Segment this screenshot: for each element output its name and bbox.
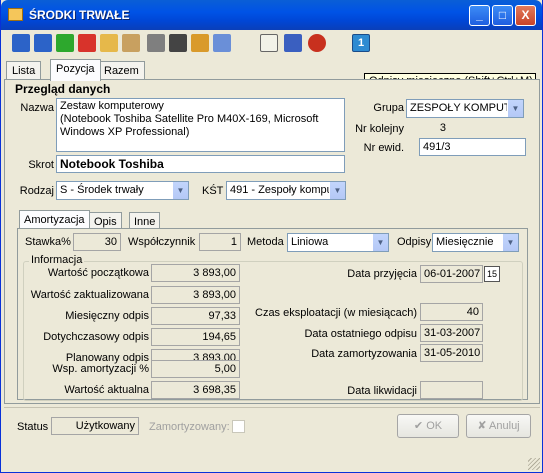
nr-kolejny-label: Nr kolejny [355, 123, 404, 135]
stawka-field: 30 [73, 233, 121, 251]
grupa-value: ZESPOŁY KOMPUT [410, 102, 511, 114]
czas-label: Czas eksploatacji (w miesiącach) [255, 307, 417, 319]
wsp-label: Współczynnik [128, 236, 196, 248]
info-label: Wsp. amortyzacji % [52, 363, 149, 375]
cancel-button[interactable]: ✘ Anuluj [466, 414, 531, 438]
metoda-label: Metoda [247, 236, 284, 248]
czas-field: 40 [420, 303, 483, 321]
calendar-one-icon[interactable]: 1 [352, 34, 370, 52]
apple-icon[interactable] [308, 34, 326, 52]
likw-field [420, 381, 483, 399]
maximize-button[interactable]: □ [492, 5, 513, 26]
delete-icon[interactable] [78, 34, 96, 52]
info-label: Wartość zaktualizowana [30, 289, 149, 301]
ok-label: OK [426, 420, 443, 432]
info-label: Miesięczny odpis [65, 310, 149, 322]
chevron-down-icon[interactable]: ▼ [502, 234, 518, 251]
kst-select[interactable]: 491 - Zespoły kompu ▼ [226, 181, 346, 200]
report-icon[interactable] [260, 34, 278, 52]
nr-ewid-label: Nr ewid. [363, 142, 404, 154]
copy-icon[interactable] [100, 34, 118, 52]
odpisy-select[interactable]: Miesięcznie ▼ [432, 233, 519, 252]
ostatni-field: 31-03-2007 [420, 324, 483, 342]
grupa-label: Grupa [373, 102, 404, 114]
chevron-down-icon[interactable]: ▼ [172, 182, 188, 199]
settings-icon[interactable] [191, 34, 209, 52]
nr-ewid-field[interactable]: 491/3 [419, 138, 526, 156]
zamortyzowany-checkbox[interactable] [232, 420, 245, 433]
kst-value: 491 - Zespoły kompu [230, 184, 333, 196]
find-icon[interactable] [169, 34, 187, 52]
data-przyjecia-field: 06-01-2007 [420, 265, 483, 283]
chevron-down-icon[interactable]: ▼ [372, 234, 388, 251]
zamort-label: Data zamortyzowania [311, 348, 417, 360]
paste-icon[interactable] [122, 34, 140, 52]
info-value: 194,65 [151, 328, 240, 346]
add-icon[interactable] [56, 34, 74, 52]
status-field: Użytkowany [51, 417, 139, 435]
close-button[interactable]: X [515, 5, 536, 26]
wsp-field: 1 [199, 233, 241, 251]
print-icon[interactable] [147, 34, 165, 52]
calendar-icon[interactable]: 15 [484, 266, 500, 282]
grupa-select[interactable]: ZESPOŁY KOMPUT ▼ [406, 99, 524, 118]
info-value: 3 893,00 [151, 264, 240, 282]
title-bar[interactable]: ŚRODKI TRWAŁE _ □ X [1, 0, 542, 30]
data-przyjecia-label: Data przyjęcia [347, 268, 417, 280]
chevron-down-icon[interactable]: ▼ [329, 182, 345, 199]
export-icon[interactable] [284, 34, 302, 52]
divider [4, 407, 540, 408]
toolbar: 1 [4, 31, 539, 58]
metoda-select[interactable]: Liniowa ▼ [287, 233, 389, 252]
prev-icon[interactable] [34, 34, 52, 52]
folder-icon [8, 8, 23, 21]
info-value: 3 893,00 [151, 286, 240, 304]
overview-title: Przegląd danych [15, 82, 111, 96]
info-label: Wartość początkowa [47, 267, 149, 279]
ostatni-label: Data ostatniego odpisu [304, 328, 417, 340]
tab-pozycja[interactable]: Pozycja [50, 59, 101, 81]
info-value: 5,00 [151, 360, 240, 378]
first-icon[interactable] [12, 34, 30, 52]
chevron-down-icon[interactable]: ▼ [507, 100, 523, 117]
nazwa-field[interactable]: Zestaw komputerowy (Notebook Toshiba Sat… [56, 98, 345, 152]
main-window: ŚRODKI TRWAŁE _ □ X 1 Odpisy miesięczne … [0, 0, 543, 473]
skrot-field[interactable]: Notebook Toshiba [56, 155, 345, 173]
metoda-value: Liniowa [291, 236, 329, 248]
likw-label: Data likwidacji [347, 385, 417, 397]
rodzaj-label: Rodzaj [19, 185, 54, 197]
status-label: Status [17, 421, 49, 433]
zamortyzowany-label: Zamortyzowany: [149, 421, 230, 433]
info-legend: Informacja [29, 254, 85, 266]
kst-label: KŚT [202, 185, 224, 197]
info-value: 97,33 [151, 307, 240, 325]
cross-icon: ✘ [477, 420, 490, 432]
resize-grip[interactable] [528, 458, 540, 470]
nr-kolejny-field: 3 [406, 119, 450, 137]
filter-icon[interactable] [213, 34, 231, 52]
minimize-button[interactable]: _ [469, 5, 490, 26]
window-title: ŚRODKI TRWAŁE [29, 8, 130, 22]
nazwa-label: Nazwa [20, 102, 54, 114]
zamort-field: 31-05-2010 [420, 344, 483, 362]
info-label: Dotychczasowy odpis [43, 331, 149, 343]
odpisy-value: Miesięcznie [436, 236, 494, 248]
info-value: 3 698,35 [151, 381, 240, 399]
rodzaj-select[interactable]: S - Środek trwały ▼ [56, 181, 189, 200]
tab-lista[interactable]: Lista [6, 61, 42, 81]
tab-razem[interactable]: Razem [98, 61, 145, 81]
check-icon: ✔ [413, 420, 427, 432]
cancel-label: Anuluj [489, 420, 520, 432]
stawka-label: Stawka% [25, 236, 71, 248]
info-label: Wartość aktualna [64, 384, 149, 396]
rodzaj-value: S - Środek trwały [60, 184, 144, 196]
odpisy-label: Odpisy [397, 236, 432, 248]
skrot-label: Skrot [28, 159, 54, 171]
ok-button[interactable]: ✔ OK [397, 414, 459, 438]
